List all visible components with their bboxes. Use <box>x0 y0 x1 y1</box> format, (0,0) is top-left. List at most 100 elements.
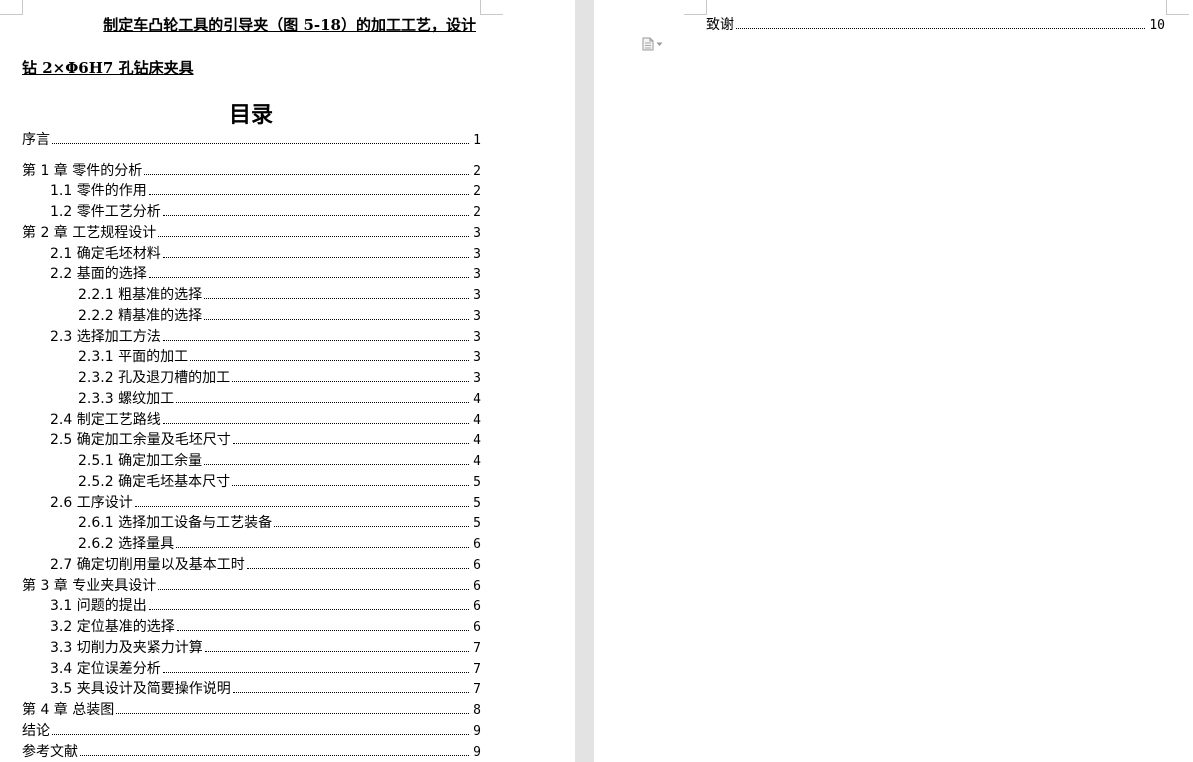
toc-dot-leader <box>148 194 469 195</box>
toc-page-number: 6 <box>473 599 481 614</box>
toc-entry[interactable]: 3.5 夹具设计及简要操作说明 7 <box>50 680 481 698</box>
toc-entry[interactable]: 2.3.2 孔及退刀槽的加工 3 <box>78 369 481 387</box>
toc-entry[interactable]: 2.4 制定工艺路线 4 <box>50 411 481 429</box>
toc-page-number: 5 <box>473 475 481 490</box>
toc-page-number: 3 <box>473 309 481 324</box>
toc-entry[interactable]: 第 1 章 零件的分析 2 <box>22 162 481 180</box>
toc-entry[interactable]: 2.6 工序设计 5 <box>50 494 481 512</box>
toc-entry-label: 致谢 <box>706 17 734 33</box>
toc-entry[interactable]: 1.1 零件的作用 2 <box>50 182 481 200</box>
toc-entry-label: 2.2.2 精基准的选择 <box>78 308 203 324</box>
document-subtitle: 钻 2×Φ6H7 孔钻床夹具 <box>22 59 194 77</box>
toc-dot-leader <box>232 381 469 382</box>
toc-entry-label: 2.1 确定毛坯材料 <box>50 246 161 262</box>
document-options-icon[interactable] <box>642 36 668 52</box>
toc-entry-label: 第 4 章 总装图 <box>22 702 115 718</box>
toc-entry[interactable]: 2.3 选择加工方法 3 <box>50 328 481 346</box>
toc-page-number: 1 <box>473 133 481 148</box>
toc-entry-label: 第 3 章 专业夹具设计 <box>22 578 157 594</box>
toc-entry[interactable]: 第 4 章 总装图 8 <box>22 701 481 719</box>
page-corner-mark <box>0 0 23 15</box>
toc-page-number: 4 <box>473 454 481 469</box>
toc-page-number: 7 <box>473 641 481 656</box>
toc-entry[interactable]: 第 3 章 专业夹具设计 6 <box>22 577 481 595</box>
toc-dot-leader <box>162 215 469 216</box>
toc-dot-leader <box>80 755 469 756</box>
toc-page-number: 2 <box>473 205 481 220</box>
toc-page-number: 9 <box>473 724 481 739</box>
toc-entry[interactable]: 2.7 确定切削用量以及基本工时 6 <box>50 556 481 574</box>
toc-entry[interactable]: 3.1 问题的提出 6 <box>50 597 481 615</box>
toc-dot-leader <box>158 589 469 590</box>
toc-dot-leader <box>232 692 469 693</box>
toc-entry[interactable]: 2.2.1 粗基准的选择 3 <box>78 286 481 304</box>
toc-page-number: 5 <box>473 496 481 511</box>
toc-entry[interactable]: 2.5.2 确定毛坯基本尺寸 5 <box>78 473 481 491</box>
toc-dot-leader <box>176 547 469 548</box>
toc-entry[interactable]: 2.6.2 选择量具 6 <box>78 535 481 553</box>
toc-entry[interactable]: 2.1 确定毛坯材料 3 <box>50 245 481 263</box>
toc-dot-leader <box>52 143 469 144</box>
toc-dot-leader <box>204 298 469 299</box>
page-icon <box>642 37 654 51</box>
toc-dot-leader <box>232 485 469 486</box>
toc-dot-leader <box>116 713 469 714</box>
toc-entry[interactable]: 致谢 10 <box>706 16 1165 34</box>
toc-page-number: 5 <box>473 516 481 531</box>
toc-entry[interactable]: 参考文献 9 <box>22 743 481 761</box>
toc-entry[interactable]: 2.6.1 选择加工设备与工艺装备 5 <box>78 514 481 532</box>
chevron-down-icon <box>656 42 663 46</box>
toc-entry-label: 2.7 确定切削用量以及基本工时 <box>50 557 245 573</box>
toc-entry-label: 第 1 章 零件的分析 <box>22 163 143 179</box>
toc-entry-label: 序言 <box>22 132 50 148</box>
toc-dot-leader <box>176 402 469 403</box>
toc-dot-leader <box>176 630 469 631</box>
toc-dot-leader <box>158 236 469 237</box>
toc-entry-label: 2.5 确定加工余量及毛坯尺寸 <box>50 432 231 448</box>
toc-entry[interactable]: 2.2 基面的选择 3 <box>50 265 481 283</box>
toc-entry[interactable]: 3.3 切削力及夹紧力计算 7 <box>50 639 481 657</box>
page-corner-mark <box>480 0 503 15</box>
toc-dot-leader <box>204 651 469 652</box>
toc-entry-label: 1.2 零件工艺分析 <box>50 204 161 220</box>
page-corner-mark <box>1166 0 1189 15</box>
toc-entry[interactable]: 2.3.3 螺纹加工 4 <box>78 390 481 408</box>
toc-page-number: 7 <box>473 682 481 697</box>
toc-entry-label: 3.5 夹具设计及简要操作说明 <box>50 681 231 697</box>
document-workspace: 制定车凸轮工具的引导夹（图 5-18）的加工工艺，设计 钻 2×Φ6H7 孔钻床… <box>0 0 1193 762</box>
toc-heading: 目录 <box>228 103 273 128</box>
toc-entry[interactable]: 序言 1 <box>22 131 481 149</box>
toc-dot-leader <box>162 672 469 673</box>
toc-page-number: 2 <box>473 164 481 179</box>
toc-dot-leader <box>190 360 469 361</box>
toc-entry-label: 2.6.1 选择加工设备与工艺装备 <box>78 515 273 531</box>
toc-page-number: 4 <box>473 433 481 448</box>
toc-entry[interactable]: 1.2 零件工艺分析 2 <box>50 203 481 221</box>
toc-entry[interactable]: 第 2 章 工艺规程设计 3 <box>22 224 481 242</box>
toc-entry[interactable]: 3.4 定位误差分析 7 <box>50 660 481 678</box>
toc-page-number: 8 <box>473 703 481 718</box>
toc-entry[interactable]: 3.2 定位基准的选择 6 <box>50 618 481 636</box>
toc-page-number: 3 <box>473 330 481 345</box>
toc-entry-label: 3.1 问题的提出 <box>50 598 147 614</box>
toc-page-number: 4 <box>473 392 481 407</box>
toc-page-number: 3 <box>473 350 481 365</box>
toc-page-number: 9 <box>473 745 481 760</box>
toc-entry[interactable]: 2.5 确定加工余量及毛坯尺寸 4 <box>50 431 481 449</box>
document-title: 制定车凸轮工具的引导夹（图 5-18）的加工工艺，设计 <box>103 16 476 34</box>
toc-entry-label: 2.6.2 选择量具 <box>78 536 175 552</box>
toc-dot-leader <box>204 319 469 320</box>
toc-entry[interactable]: 2.5.1 确定加工余量 4 <box>78 452 481 470</box>
toc-entry-label: 第 2 章 工艺规程设计 <box>22 225 157 241</box>
toc-entry[interactable]: 结论 9 <box>22 722 481 740</box>
document-page-right: 致谢 10 <box>594 0 1193 762</box>
toc-entry-label: 结论 <box>22 723 50 739</box>
toc-page-number: 6 <box>473 579 481 594</box>
toc-entry[interactable]: 2.2.2 精基准的选择 3 <box>78 307 481 325</box>
toc-dot-leader <box>246 568 469 569</box>
toc-entry-label: 2.4 制定工艺路线 <box>50 412 161 428</box>
toc-entry[interactable]: 2.3.1 平面的加工 3 <box>78 348 481 366</box>
page-gutter <box>575 0 594 762</box>
toc-dot-leader <box>162 257 469 258</box>
toc-page-number: 4 <box>473 413 481 428</box>
